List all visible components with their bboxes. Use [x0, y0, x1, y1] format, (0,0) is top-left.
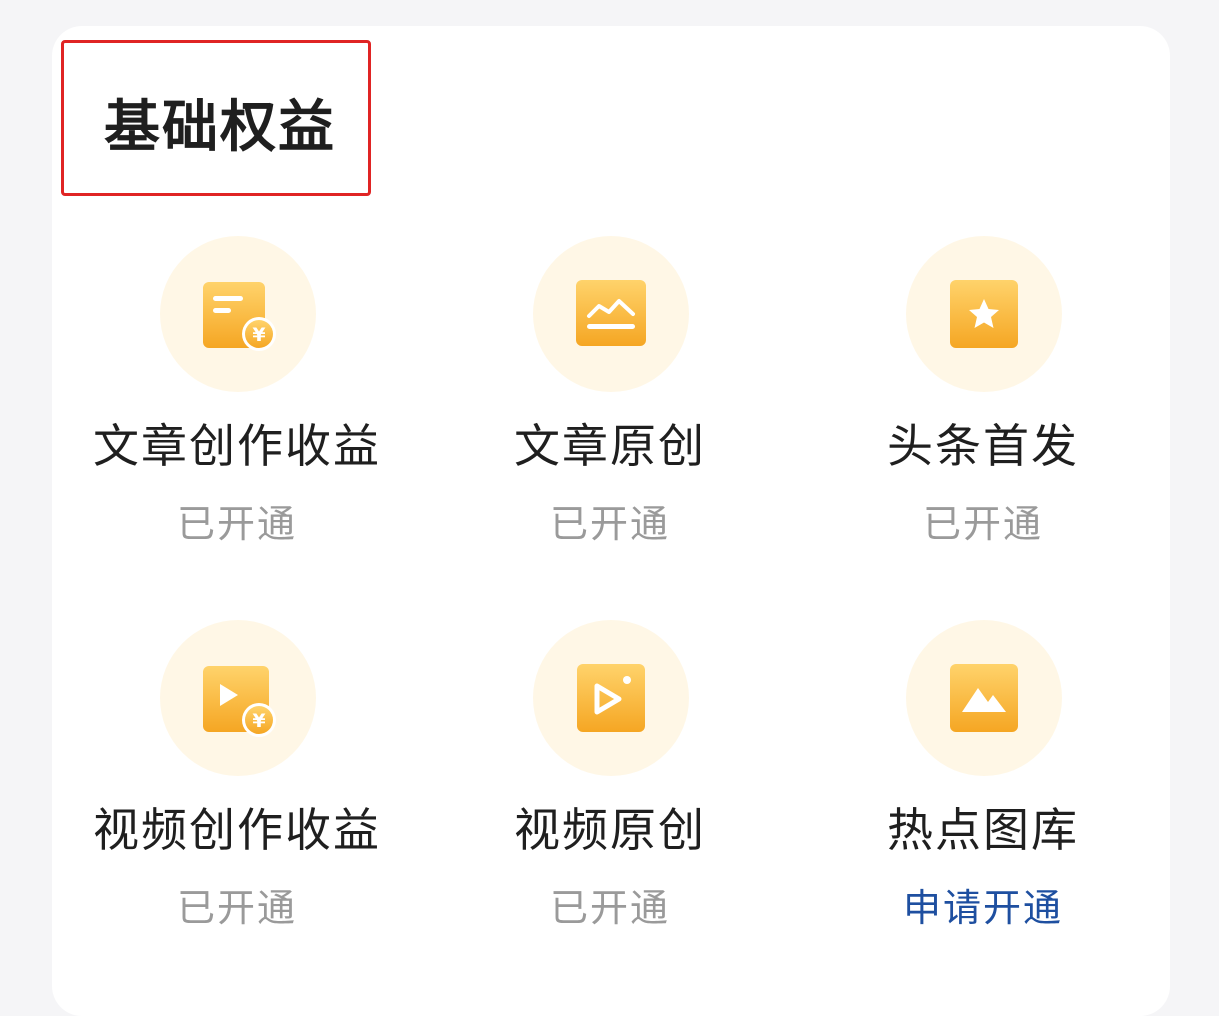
benefit-status: 已开通 — [549, 502, 670, 546]
article-chart-icon — [533, 236, 689, 392]
benefit-name: 文章创作收益 — [93, 419, 381, 473]
svg-text:¥: ¥ — [252, 324, 265, 346]
benefit-name: 视频创作收益 — [93, 803, 381, 857]
svg-text:¥: ¥ — [252, 710, 265, 732]
benefit-name: 视频原创 — [514, 803, 706, 857]
benefit-hot-gallery[interactable]: 热点图库 申请开通 — [803, 620, 1163, 960]
benefit-status: 已开通 — [549, 886, 670, 930]
video-revenue-icon: ¥ — [160, 620, 316, 776]
mountain-image-icon — [906, 620, 1062, 776]
benefit-status: 已开通 — [176, 886, 297, 930]
video-play-icon — [533, 620, 689, 776]
benefit-status: 已开通 — [922, 502, 1043, 546]
benefit-name: 头条首发 — [887, 419, 1079, 473]
benefit-article-original[interactable]: 文章原创 已开通 — [430, 236, 790, 576]
section-title: 基础权益 — [104, 95, 336, 160]
star-icon — [906, 236, 1062, 392]
article-revenue-icon: ¥ — [160, 236, 316, 392]
benefit-toutiao-first[interactable]: 头条首发 已开通 — [803, 236, 1163, 576]
benefit-video-revenue[interactable]: ¥ 视频创作收益 已开通 — [57, 620, 417, 960]
benefit-article-revenue[interactable]: ¥ 文章创作收益 已开通 — [57, 236, 417, 576]
apply-open-button[interactable]: 申请开通 — [803, 882, 1163, 934]
benefit-status: 已开通 — [176, 502, 297, 546]
benefit-name: 热点图库 — [887, 803, 1079, 857]
benefit-video-original[interactable]: 视频原创 已开通 — [430, 620, 790, 960]
benefit-name: 文章原创 — [514, 419, 706, 473]
